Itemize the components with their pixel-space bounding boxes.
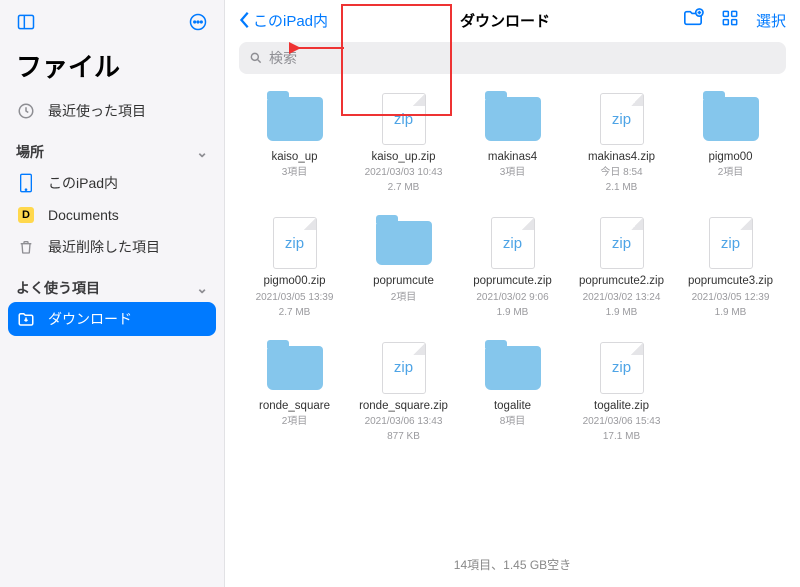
file-item[interactable]: zip poprumcute3.zip 2021/03/05 12:39 1.9 MB <box>681 218 780 318</box>
ipad-icon <box>16 173 36 193</box>
file-item[interactable]: zip poprumcute2.zip 2021/03/02 13:24 1.9 MB <box>572 218 671 318</box>
item-name: pigmo00.zip <box>263 274 325 288</box>
search-placeholder: 検索 <box>269 48 297 68</box>
sidebar: ファイル 最近使った項目 場所 ⌄ このiPad内 D Documents 最近… <box>0 0 225 587</box>
file-grid-area[interactable]: kaiso_up 3項目 zip kaiso_up.zip 2021/03/03 10:… <box>225 84 800 546</box>
folder-icon <box>376 221 432 265</box>
documents-icon: D <box>16 207 36 223</box>
folder-item[interactable]: poprumcute 2項目 <box>354 218 453 318</box>
sidebar-item-label: 最近削除した項目 <box>48 237 160 257</box>
item-meta: 1.9 MB <box>606 306 638 319</box>
zip-file-icon: zip <box>273 217 317 269</box>
download-folder-icon <box>16 311 36 327</box>
item-meta: 2021/03/05 13:39 <box>256 291 334 304</box>
item-meta: 2021/03/05 12:39 <box>692 291 770 304</box>
folder-item[interactable]: kaiso_up 3項目 <box>245 94 344 194</box>
item-meta: 2.1 MB <box>606 181 638 194</box>
clock-icon <box>16 102 36 120</box>
item-name: togalite.zip <box>594 399 649 413</box>
sidebar-item-label: ダウンロード <box>48 309 132 329</box>
zip-file-icon: zip <box>491 217 535 269</box>
item-name: makinas4.zip <box>588 150 655 164</box>
item-meta: 2.7 MB <box>279 306 311 319</box>
sidebar-section-favorites[interactable]: よく使う項目 ⌄ <box>0 264 224 302</box>
new-folder-icon[interactable] <box>682 8 704 32</box>
view-grid-icon[interactable] <box>720 8 740 32</box>
folder-icon <box>485 97 541 141</box>
folder-icon <box>703 97 759 141</box>
folder-item[interactable]: ronde_square 2項目 <box>245 343 344 443</box>
folder-item[interactable]: pigmo00 2項目 <box>681 94 780 194</box>
back-button[interactable]: このiPad内 <box>239 10 328 31</box>
item-meta: 2021/03/06 13:43 <box>365 415 443 428</box>
item-meta: 1.9 MB <box>715 306 747 319</box>
sidebar-item-this-ipad[interactable]: このiPad内 <box>0 166 224 200</box>
chevron-down-icon: ⌄ <box>196 144 208 161</box>
zip-file-icon: zip <box>600 342 644 394</box>
trash-icon <box>16 238 36 256</box>
item-meta: 2項目 <box>718 166 744 179</box>
sidebar-item-documents[interactable]: D Documents <box>0 200 224 230</box>
folder-item[interactable]: togalite 8項目 <box>463 343 562 443</box>
file-item[interactable]: zip togalite.zip 2021/03/06 15:43 17.1 MB <box>572 343 671 443</box>
item-name: togalite <box>494 399 531 413</box>
item-name: makinas4 <box>488 150 537 164</box>
item-meta: 2.7 MB <box>388 181 420 194</box>
folder-icon <box>485 346 541 390</box>
item-name: ronde_square.zip <box>359 399 448 413</box>
item-meta: 2項目 <box>391 291 417 304</box>
folder-item[interactable]: makinas4 3項目 <box>463 94 562 194</box>
item-name: kaiso_up <box>271 150 317 164</box>
zip-file-icon: zip <box>600 217 644 269</box>
item-meta: 2021/03/02 9:06 <box>476 291 548 304</box>
main-area: このiPad内 ダウンロード 選択 検索 kaiso_up3項目zipkaiso… <box>225 0 800 587</box>
item-meta: 2021/03/02 13:24 <box>583 291 661 304</box>
item-meta: 3項目 <box>282 166 308 179</box>
search-icon <box>249 51 263 65</box>
file-item[interactable]: zip makinas4.zip 今日 8:54 2.1 MB <box>572 94 671 194</box>
sidebar-item-recents[interactable]: 最近使った項目 <box>0 94 224 128</box>
sidebar-item-label: 最近使った項目 <box>48 101 146 121</box>
chevron-down-icon: ⌄ <box>196 280 208 297</box>
item-meta: 2項目 <box>282 415 308 428</box>
item-meta: 今日 8:54 <box>600 166 642 179</box>
file-item[interactable]: zip poprumcute.zip 2021/03/02 9:06 1.9 MB <box>463 218 562 318</box>
item-name: poprumcute2.zip <box>579 274 664 288</box>
folder-icon <box>267 97 323 141</box>
file-item[interactable]: zip kaiso_up.zip 2021/03/03 10:43 2.7 MB <box>354 94 453 194</box>
item-meta: 2021/03/03 10:43 <box>365 166 443 179</box>
folder-icon <box>267 346 323 390</box>
select-button[interactable]: 選択 <box>756 10 786 31</box>
item-meta: 2021/03/06 15:43 <box>583 415 661 428</box>
item-name: ronde_square <box>259 399 330 413</box>
item-name: pigmo00 <box>708 150 752 164</box>
status-bar: 14項目、1.45 GB空き <box>225 546 800 587</box>
item-name: poprumcute3.zip <box>688 274 773 288</box>
file-item[interactable]: zip ronde_square.zip 2021/03/06 13:43 877 K… <box>354 343 453 443</box>
zip-file-icon: zip <box>382 342 426 394</box>
zip-file-icon: zip <box>382 93 426 145</box>
sidebar-item-label: Documents <box>48 207 119 223</box>
topbar: このiPad内 ダウンロード 選択 <box>225 0 800 36</box>
item-meta: 3項目 <box>500 166 526 179</box>
search-input[interactable]: 検索 <box>239 42 786 74</box>
sidebar-toggle-icon[interactable] <box>16 12 36 37</box>
item-meta: 1.9 MB <box>497 306 529 319</box>
item-name: kaiso_up.zip <box>372 150 436 164</box>
item-name: poprumcute.zip <box>473 274 552 288</box>
zip-file-icon: zip <box>709 217 753 269</box>
sidebar-item-label: このiPad内 <box>48 173 118 193</box>
page-title: ダウンロード <box>336 10 674 31</box>
item-meta: 17.1 MB <box>603 430 640 443</box>
sidebar-item-recently-deleted[interactable]: 最近削除した項目 <box>0 230 224 264</box>
file-item[interactable]: zip pigmo00.zip 2021/03/05 13:39 2.7 MB <box>245 218 344 318</box>
item-meta: 8項目 <box>500 415 526 428</box>
more-icon[interactable] <box>188 12 208 37</box>
item-meta: 877 KB <box>387 430 420 443</box>
app-title: ファイル <box>0 43 224 94</box>
zip-file-icon: zip <box>600 93 644 145</box>
sidebar-item-downloads[interactable]: ダウンロード <box>8 302 216 336</box>
sidebar-section-locations[interactable]: 場所 ⌄ <box>0 128 224 166</box>
item-name: poprumcute <box>373 274 434 288</box>
